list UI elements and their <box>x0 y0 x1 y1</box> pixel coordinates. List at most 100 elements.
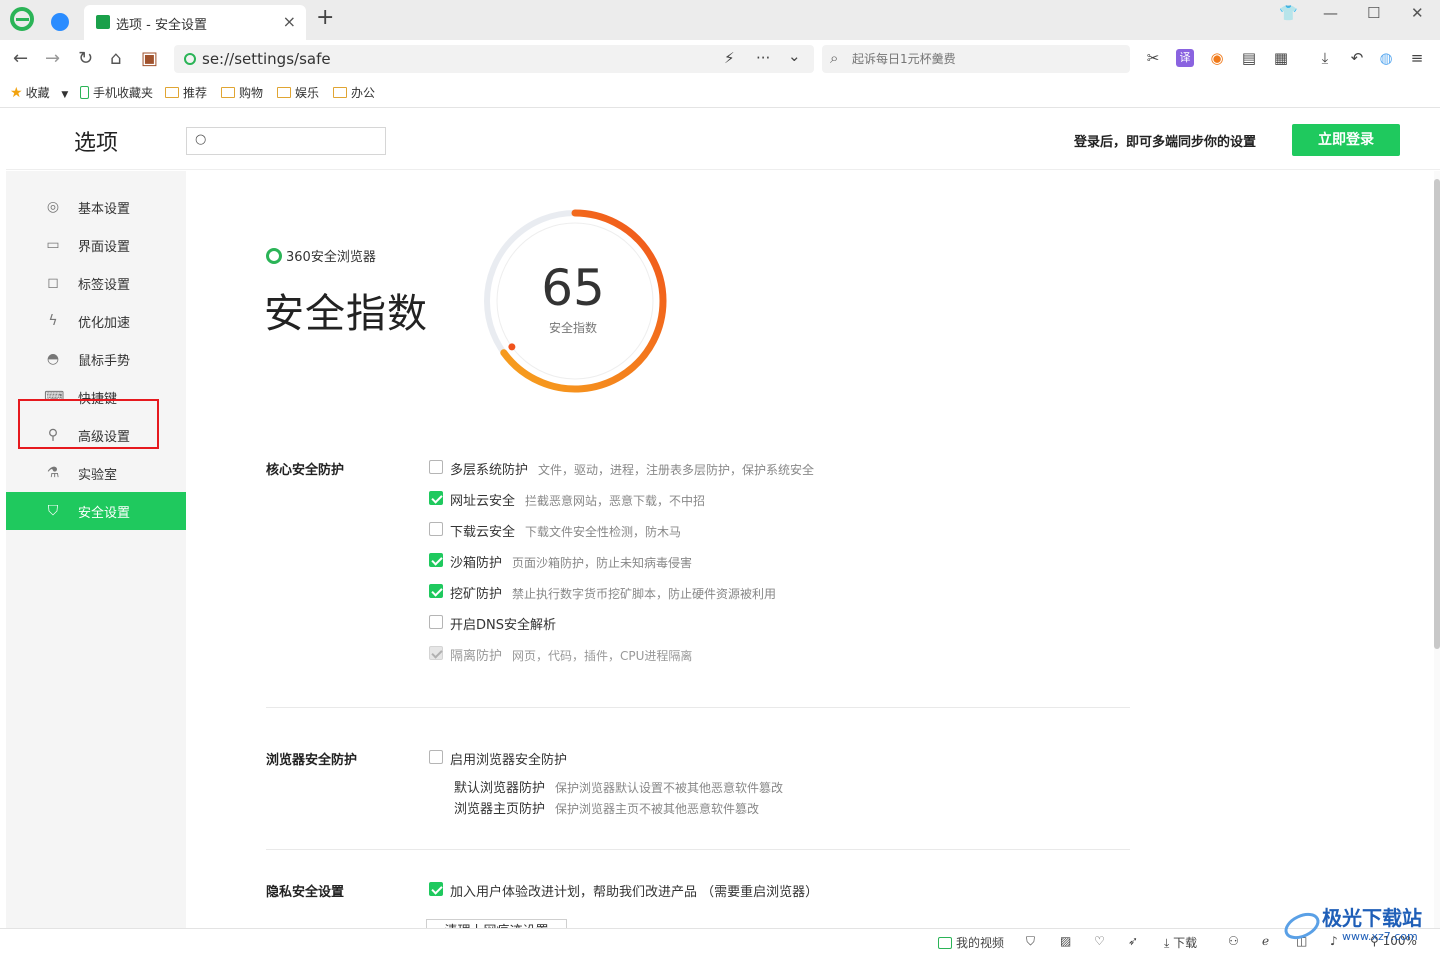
search-input[interactable] <box>852 49 1122 69</box>
sidebar-item-lab[interactable]: ⚗ 实验室 <box>6 454 186 492</box>
game-icon[interactable]: ◉ <box>1208 49 1226 67</box>
sidebar-item-security[interactable]: ⛉ 安全设置 <box>6 492 186 530</box>
security-score-label: 安全指数 <box>548 321 597 335</box>
sidebar-item-tabs[interactable]: ◻ 标签设置 <box>6 264 186 302</box>
scrollbar-thumb[interactable] <box>1434 179 1440 649</box>
undo-icon[interactable]: ↶ <box>1348 49 1366 67</box>
section-title-browser: 浏览器安全防护 <box>266 753 358 768</box>
cut-icon[interactable]: ✂ <box>1144 49 1162 67</box>
more-icon[interactable]: ··· <box>756 49 770 67</box>
download-status[interactable]: ⤓ 下载 <box>1164 934 1197 951</box>
checkbox[interactable] <box>429 615 443 629</box>
secure-icon <box>184 53 196 65</box>
address-text[interactable]: se://settings/safe <box>202 50 331 68</box>
menu-icon[interactable]: ≡ <box>1408 49 1426 67</box>
address-bar[interactable]: se://settings/safe ⚡ ··· ⌄ <box>174 45 814 73</box>
settings-page: 选项 ○ 登录后，即可多端同步你的设置 立即登录 ◎ 基本设置 ▭ 界面设置 ◻ 标签… <box>6 110 1440 928</box>
back-icon[interactable]: ← <box>13 48 28 69</box>
checkbox <box>429 646 443 660</box>
minimize-button[interactable]: — <box>1323 4 1338 22</box>
sub-option-homepage: 浏览器主页防护 保护浏览器主页不被其他恶意软件篡改 <box>454 798 759 817</box>
bookmark-folder[interactable]: 办公 <box>333 84 375 101</box>
option-text: 下载云安全 <box>450 525 516 540</box>
search-box[interactable]: ⌕ <box>822 45 1130 73</box>
option-text: 隔离防护 <box>450 649 503 664</box>
my-videos[interactable]: 我的视频 <box>938 934 1004 951</box>
option-label: 隔离防护 网页，代码，插件，CPU进程隔离 <box>450 645 692 664</box>
refresh-icon[interactable]: ↻ <box>78 48 93 69</box>
heart-icon[interactable]: ♡ <box>1094 934 1105 948</box>
option-text: 浏览器主页防护 <box>454 802 546 817</box>
sidebar-item-label: 标签设置 <box>78 278 131 293</box>
profile-icon[interactable]: ◍ <box>1377 49 1395 67</box>
option-desc: 保护浏览器默认设置不被其他恶意软件篡改 <box>555 781 784 795</box>
login-button[interactable]: 立即登录 <box>1292 124 1400 156</box>
bookmark-favorites[interactable]: ★ 收藏 ▼ <box>10 84 68 101</box>
option-desc: 保护浏览器主页不被其他恶意软件篡改 <box>555 802 760 816</box>
translate-icon[interactable]: 译 <box>1176 49 1194 67</box>
tab-icon: ◻ <box>47 275 59 291</box>
watermark-name: 极光下载站 <box>1322 906 1422 930</box>
tab-close-icon[interactable]: × <box>283 12 296 31</box>
browser-logo-icon[interactable] <box>10 7 34 31</box>
chevron-down-icon[interactable]: ⌄ <box>788 47 801 65</box>
option-text: 多层系统防护 <box>450 463 529 478</box>
bookmark-folder[interactable]: 娱乐 <box>277 84 319 101</box>
bookmark-folder[interactable]: 推荐 <box>165 84 207 101</box>
accessibility-icon[interactable]: ⚇ <box>1228 934 1239 948</box>
divider <box>266 707 1130 708</box>
download-icon[interactable]: ⤓ <box>1316 49 1334 67</box>
checkbox[interactable] <box>429 460 443 474</box>
caret-down-icon[interactable]: ▼ <box>61 90 68 100</box>
new-tab-button[interactable]: + <box>316 7 334 29</box>
shield-status-icon[interactable]: ⛉ <box>1026 934 1035 949</box>
bookmark-folder[interactable]: 购物 <box>221 84 263 101</box>
search-icon: ⌕ <box>830 49 839 67</box>
option-text: 启用浏览器安全防护 <box>450 753 568 768</box>
rocket-icon[interactable]: ➶ <box>1128 934 1138 948</box>
sidebar-item-gestures[interactable]: ◓ 鼠标手势 <box>6 340 186 378</box>
maximize-button[interactable]: ☐ <box>1367 4 1380 22</box>
sidebar-item-basic[interactable]: ◎ 基本设置 <box>6 188 186 226</box>
option-desc: 禁止执行数字货币挖矿脚本，防止硬件资源被利用 <box>512 587 777 601</box>
image-icon[interactable]: ▨ <box>1060 934 1071 948</box>
sidebar-item-label: 实验室 <box>78 468 118 483</box>
scrollbar[interactable] <box>1434 171 1440 928</box>
briefcase-icon[interactable]: ▣ <box>141 48 158 69</box>
checkbox[interactable] <box>429 491 443 505</box>
sidebar-item-interface[interactable]: ▭ 界面设置 <box>6 226 186 264</box>
checkbox[interactable] <box>429 750 443 764</box>
close-window-button[interactable]: ✕ <box>1411 4 1424 22</box>
bookmark-label: 推荐 <box>183 86 208 100</box>
option-text: 加入用户体验改进计划，帮助我们改进产品 （需要重启浏览器） <box>450 885 819 900</box>
bookmark-mobile[interactable]: 手机收藏夹 <box>80 84 153 101</box>
status-label: 下载 <box>1173 936 1198 950</box>
settings-search[interactable]: ○ <box>186 127 386 155</box>
brand: 360安全浏览器 <box>266 246 376 265</box>
reader-icon[interactable]: ▤ <box>1240 49 1258 67</box>
forward-icon[interactable]: → <box>45 48 60 69</box>
checkbox[interactable] <box>429 584 443 598</box>
clear-history-button[interactable]: 清理上网痕迹设置 <box>426 919 567 928</box>
tab-settings[interactable]: 选项 - 安全设置 × <box>84 5 306 40</box>
checkbox[interactable] <box>429 522 443 536</box>
apps-icon[interactable]: ▦ <box>1272 49 1290 67</box>
mouse-icon: ◓ <box>46 351 60 367</box>
checkbox[interactable] <box>429 553 443 567</box>
phone-icon <box>80 86 89 99</box>
shield-icon: ⛉ <box>47 503 59 519</box>
sidebar-item-optimize[interactable]: ϟ 优化加速 <box>6 302 186 340</box>
option-text: 网址云安全 <box>450 494 516 509</box>
checkbox[interactable] <box>429 882 443 896</box>
send-icon[interactable] <box>51 13 69 31</box>
ie-icon[interactable]: ℯ <box>1262 934 1269 948</box>
lightning-icon[interactable]: ⚡ <box>724 49 735 67</box>
home-icon[interactable]: ⌂ <box>110 48 121 69</box>
settings-search-input[interactable] <box>213 131 381 151</box>
skin-icon[interactable]: 👕 <box>1279 4 1298 22</box>
watermark-url: www.xz7.com <box>1342 930 1418 943</box>
folder-icon <box>333 87 347 98</box>
option-text: 默认浏览器防护 <box>454 781 546 796</box>
flask-icon: ⚗ <box>46 465 60 481</box>
gauge-end-dot <box>508 343 516 351</box>
